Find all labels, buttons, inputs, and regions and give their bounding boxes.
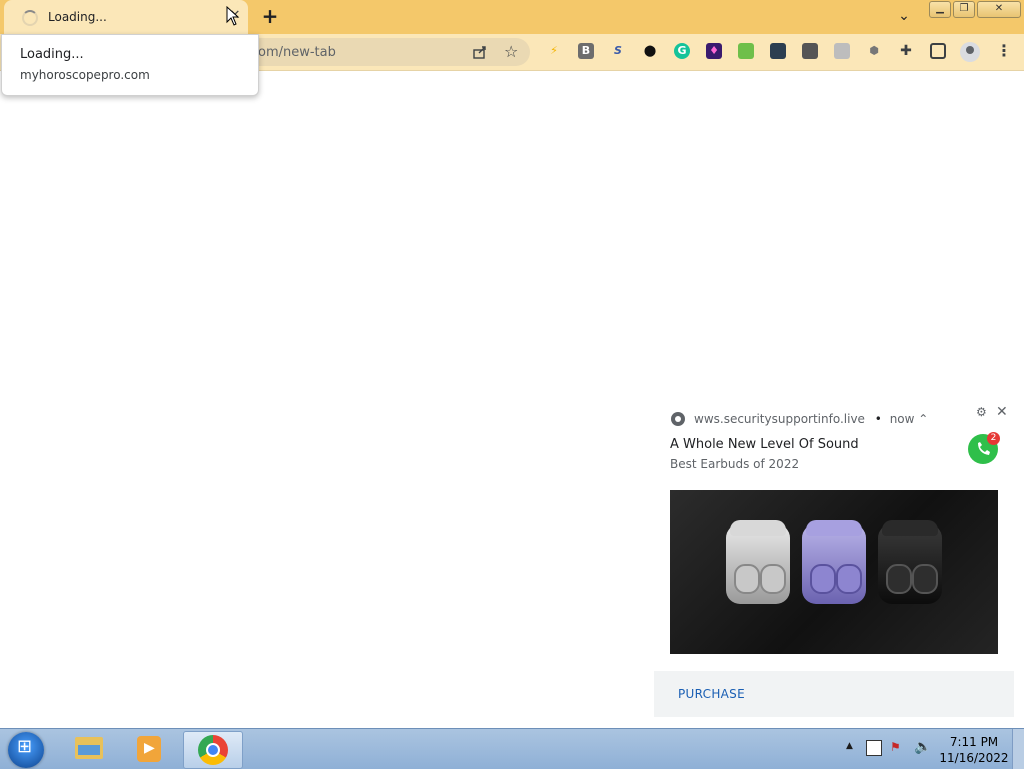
notification-origin-domain: wws.securitysupportinfo.live — [694, 412, 865, 426]
notification-settings-gear-icon[interactable]: ⚙ — [976, 405, 987, 419]
hexagon-extension-icon[interactable]: ⬢ — [866, 43, 882, 59]
title-bar: Loading... ✕ + ⌄ ▁ ❐ ✕ — [0, 0, 1024, 34]
b-extension-icon[interactable]: B — [578, 43, 594, 59]
green-extension-icon[interactable] — [738, 43, 754, 59]
whatsapp-icon: 2 — [968, 432, 1000, 464]
puzzle-icon[interactable]: ✚ — [898, 43, 914, 59]
purple-extension-icon[interactable]: ♦ — [706, 43, 722, 59]
tab-search-chevron-icon[interactable]: ⌄ — [894, 8, 914, 26]
camera-extension-icon[interactable] — [802, 43, 818, 59]
volume-icon[interactable]: 🔈 — [914, 739, 931, 755]
purple-earbuds-case — [802, 520, 866, 604]
profile-avatar-icon[interactable] — [960, 42, 980, 62]
notification-separator: • — [874, 412, 882, 426]
hover-card-domain: myhoroscopepro.com — [20, 68, 150, 82]
black-case-lid — [882, 520, 938, 536]
clock-time[interactable]: 7:11 PM — [944, 735, 1004, 749]
black-left-earbud — [886, 564, 912, 594]
close-window-button[interactable]: ✕ — [977, 1, 1021, 18]
silver-left-earbud — [734, 564, 760, 594]
clock-date[interactable]: 11/16/2022 — [938, 751, 1010, 765]
hover-card-title: Loading... — [20, 47, 84, 62]
show-desktop-button[interactable] — [1012, 729, 1024, 769]
notification-origin: wws.securitysupportinfo.live • now ⌃ — [694, 412, 928, 426]
tray-expand-icon[interactable]: ▲ — [846, 741, 853, 751]
address-bar[interactable]: om/new-tab ☆ — [240, 38, 530, 66]
gallery-extension-icon[interactable] — [834, 43, 850, 59]
notification-action-bar: PURCHASE — [654, 671, 1014, 717]
black-right-earbud — [912, 564, 938, 594]
taskbar-chrome[interactable] — [183, 731, 243, 769]
bookmark-star-icon[interactable]: ☆ — [504, 42, 518, 61]
taskbar-explorer[interactable] — [60, 731, 118, 767]
minimize-button[interactable]: ▁ — [929, 1, 951, 18]
windows-taskbar: ▲ ⚑ 🔈 7:11 PM 11/16/2022 — [0, 728, 1024, 769]
purple-case-lid — [806, 520, 862, 536]
pikachu-extension-icon[interactable]: ⚡ — [546, 43, 562, 59]
silver-case-lid — [730, 520, 786, 536]
notification-popup[interactable]: wws.securitysupportinfo.live • now ⌃ ⚙ ✕… — [654, 396, 1024, 722]
silver-earbuds-case — [726, 520, 790, 604]
purple-left-earbud — [810, 564, 836, 594]
share-icon[interactable] — [472, 44, 488, 60]
loading-spinner-icon — [22, 10, 38, 26]
sidepanel-icon[interactable] — [930, 43, 946, 59]
action-center-flag-icon[interactable]: ⚑ — [890, 740, 904, 754]
notification-body: Best Earbuds of 2022 — [670, 457, 800, 471]
address-text[interactable]: om/new-tab — [258, 45, 336, 60]
location-pin-extension-icon[interactable]: ⬤ — [642, 43, 658, 59]
taskbar-media-player[interactable] — [120, 731, 178, 767]
silver-right-earbud — [760, 564, 786, 594]
notification-title: A Whole New Level Of Sound — [670, 437, 859, 452]
tab-title: Loading... — [48, 10, 107, 24]
tab-loading[interactable]: Loading... ✕ — [4, 0, 248, 34]
tab-hover-card: Loading... myhoroscopepro.com — [1, 34, 259, 96]
chrome-small-icon — [671, 412, 685, 426]
earbuds-product-image[interactable] — [670, 490, 998, 654]
notification-time[interactable]: now ⌃ — [890, 412, 929, 426]
purchase-button[interactable]: PURCHASE — [678, 687, 745, 701]
black-earbuds-case — [878, 520, 942, 604]
folder-icon — [75, 737, 103, 759]
more-menu-icon[interactable]: ⋮ — [996, 43, 1012, 61]
start-button[interactable] — [8, 732, 44, 768]
chrome-icon — [198, 735, 228, 765]
maximize-button[interactable]: ❐ — [953, 1, 975, 18]
s-extension-icon[interactable]: S — [610, 43, 626, 59]
network-icon[interactable] — [866, 740, 882, 756]
grammarly-extension-icon[interactable]: G — [674, 43, 690, 59]
media-player-icon — [137, 736, 161, 762]
new-tab-button[interactable]: + — [258, 5, 282, 29]
mouse-cursor-icon — [226, 6, 240, 26]
notification-count-badge: 2 — [987, 432, 1000, 445]
photo-extension-icon[interactable] — [770, 43, 786, 59]
notification-close-icon[interactable]: ✕ — [996, 404, 1008, 420]
purple-right-earbud — [836, 564, 862, 594]
